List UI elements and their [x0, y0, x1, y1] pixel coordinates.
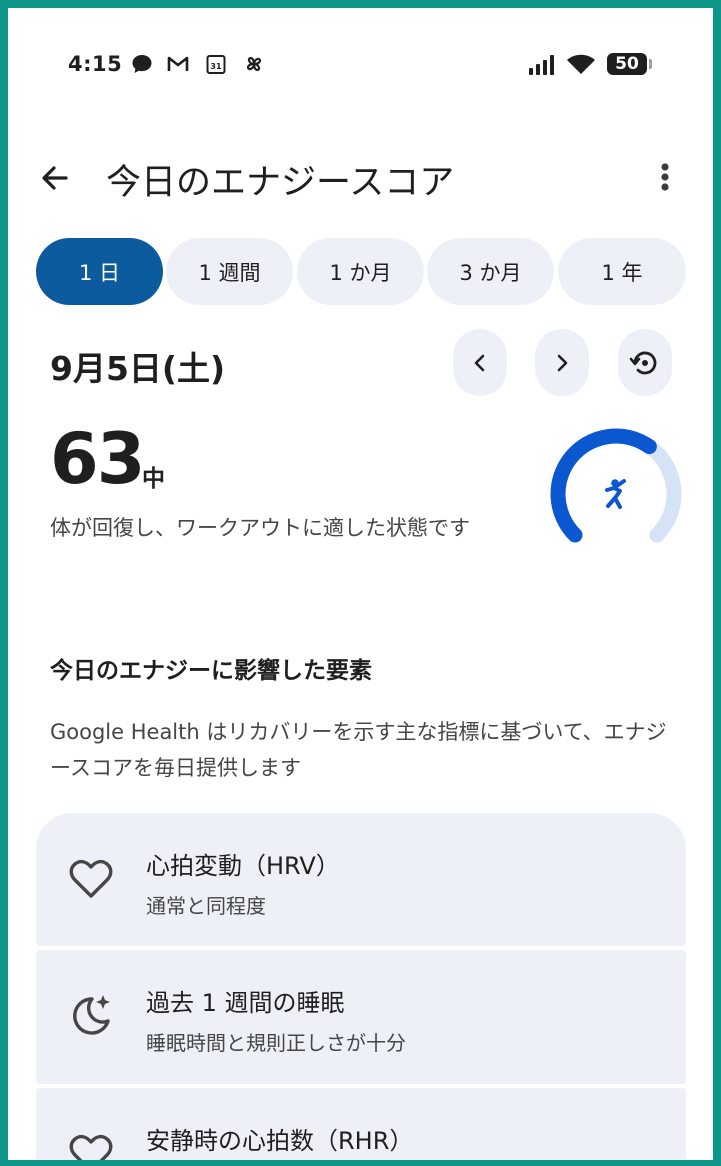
gmail-icon: [167, 56, 189, 71]
back-arrow-icon[interactable]: [36, 158, 76, 198]
factor-card-hrv[interactable]: 心拍変動（HRV） 通常と同程度: [36, 813, 686, 946]
history-icon: [629, 351, 657, 374]
next-day-button[interactable]: [535, 329, 589, 396]
tab-1-week[interactable]: 1 週間: [166, 238, 293, 305]
heart-icon: [69, 859, 113, 898]
energy-score-value: 63: [50, 418, 145, 500]
energy-score-level: 中: [142, 466, 165, 492]
chat-icon: [132, 55, 152, 73]
factor-card-sleep[interactable]: 過去 1 週間の睡眠 睡眠時間と規則正しさが十分: [36, 950, 686, 1084]
tab-3-months[interactable]: 3 か月: [427, 238, 554, 305]
wifi-icon: [567, 54, 595, 74]
return-to-today-button[interactable]: [618, 329, 672, 396]
battery-tip: [649, 59, 652, 69]
tab-1-day[interactable]: 1 日: [36, 238, 163, 305]
svg-text:31: 31: [210, 62, 222, 71]
battery-icon: 50: [607, 53, 647, 75]
pinwheel-icon: [246, 56, 262, 72]
chevron-right-icon: [557, 354, 568, 371]
calendar-icon: 31: [206, 55, 226, 74]
moon-sparkle-icon: [73, 995, 110, 1035]
running-figure-icon: [605, 479, 626, 509]
page-title: 今日のエナジースコア: [106, 163, 455, 203]
heart-icon: [69, 1134, 113, 1160]
signal-icon: [529, 55, 554, 75]
previous-day-button[interactable]: [453, 329, 507, 396]
tab-1-year[interactable]: 1 年: [558, 238, 686, 305]
selected-date: 9月5日(土): [50, 349, 226, 388]
factor-subtitle: 睡眠時間と規則正しさが十分: [146, 1031, 406, 1055]
more-vert-icon[interactable]: [648, 158, 678, 198]
factor-card-rhr[interactable]: 安静時の心拍数（RHR）: [36, 1088, 686, 1160]
tab-1-month[interactable]: 1 か月: [297, 238, 424, 305]
factor-title: 心拍変動（HRV）: [146, 852, 340, 880]
factors-title: 今日のエナジーに影響した要素: [50, 658, 372, 684]
gauge-fill: [550, 428, 657, 543]
phone-screen: 4:15 31 50 今日のエナジースコア 1 日 1 週間 1 か月 3 か月…: [8, 8, 713, 1160]
factor-title: 過去 1 週間の睡眠: [146, 989, 345, 1017]
energy-score-gauge: [550, 428, 682, 543]
factors-description: Google Health はリカバリーを示す主な指標に基づいて、エナジースコア…: [50, 720, 667, 780]
chevron-left-icon: [474, 354, 485, 371]
factor-title: 安静時の心拍数（RHR）: [146, 1127, 414, 1155]
status-time: 4:15: [68, 52, 123, 76]
factor-subtitle: 通常と同程度: [146, 894, 266, 918]
energy-score-description: 体が回復し、ワークアウトに適した状態です: [50, 516, 470, 540]
